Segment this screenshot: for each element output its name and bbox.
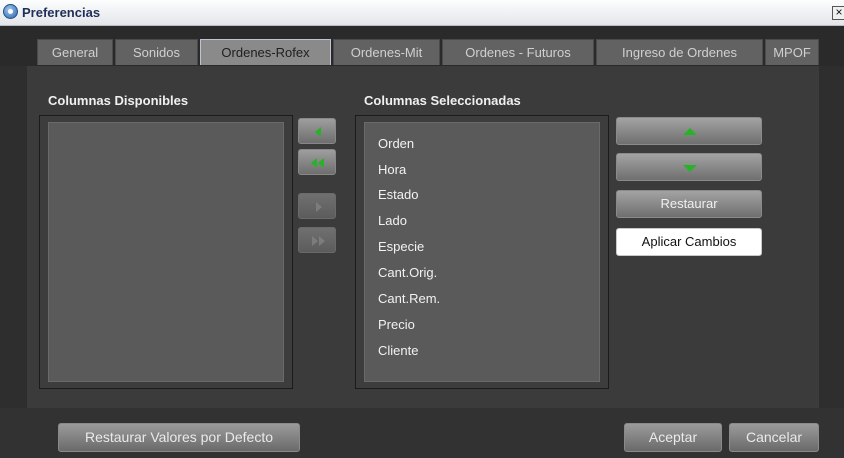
accept-button[interactable]: Aceptar: [624, 423, 722, 452]
arrow-right-icon: [316, 202, 322, 212]
available-columns-label: Columnas Disponibles: [48, 93, 189, 108]
tab-ordenes-rofex[interactable]: Ordenes-Rofex: [200, 39, 331, 65]
tab-ingreso-de-ordenes[interactable]: Ingreso de Ordenes: [596, 39, 763, 65]
list-item[interactable]: Cant.Rem.: [378, 291, 440, 306]
list-item[interactable]: Orden: [378, 136, 414, 151]
arrow-down-icon: [683, 165, 697, 172]
move-right-button[interactable]: [298, 193, 336, 219]
double-arrow-left-icon: [311, 158, 324, 168]
restore-defaults-button[interactable]: Restaurar Valores por Defecto: [58, 423, 300, 452]
tab-general[interactable]: General: [37, 39, 113, 65]
selected-columns-panel: Orden Hora Estado Lado Especie Cant.Orig…: [355, 115, 609, 389]
list-item[interactable]: Cliente: [378, 343, 418, 358]
selected-columns-list[interactable]: Orden Hora Estado Lado Especie Cant.Orig…: [364, 122, 600, 382]
tab-mpof[interactable]: MPOF: [765, 39, 819, 65]
move-down-button[interactable]: [616, 153, 762, 181]
move-all-left-button[interactable]: [298, 149, 336, 175]
preferences-window: Preferencias × General Sonidos Ordenes-R…: [0, 0, 844, 458]
arrow-up-icon: [683, 128, 697, 135]
tab-ordenes-futuros[interactable]: Ordenes - Futuros: [442, 39, 594, 65]
tab-sonidos[interactable]: Sonidos: [115, 39, 198, 65]
list-item[interactable]: Lado: [378, 213, 407, 228]
tab-ordenes-mit[interactable]: Ordenes-Mit: [333, 39, 440, 65]
move-all-right-button[interactable]: [298, 227, 336, 253]
app-icon: [3, 4, 18, 19]
apply-changes-button[interactable]: Aplicar Cambios: [616, 228, 762, 256]
tab-bar: General Sonidos Ordenes-Rofex Ordenes-Mi…: [0, 26, 844, 66]
title-bar[interactable]: Preferencias ×: [0, 0, 844, 26]
arrow-left-icon: [315, 127, 321, 137]
available-columns-list[interactable]: [48, 122, 284, 382]
list-item[interactable]: Estado: [378, 187, 418, 202]
selected-columns-label: Columnas Seleccionadas: [364, 93, 521, 108]
double-arrow-right-icon: [312, 236, 325, 246]
restore-button[interactable]: Restaurar: [616, 190, 762, 218]
list-item[interactable]: Hora: [378, 162, 406, 177]
move-left-button[interactable]: [298, 118, 336, 144]
available-columns-panel: [39, 115, 293, 389]
footer-bar: Restaurar Valores por Defecto Aceptar Ca…: [0, 408, 844, 458]
window-title: Preferencias: [22, 5, 101, 20]
move-up-button[interactable]: [616, 117, 762, 145]
list-item[interactable]: Cant.Orig.: [378, 265, 437, 280]
cancel-button[interactable]: Cancelar: [729, 423, 819, 452]
list-item[interactable]: Especie: [378, 239, 424, 254]
list-item[interactable]: Precio: [378, 317, 415, 332]
close-button[interactable]: ×: [832, 6, 844, 20]
